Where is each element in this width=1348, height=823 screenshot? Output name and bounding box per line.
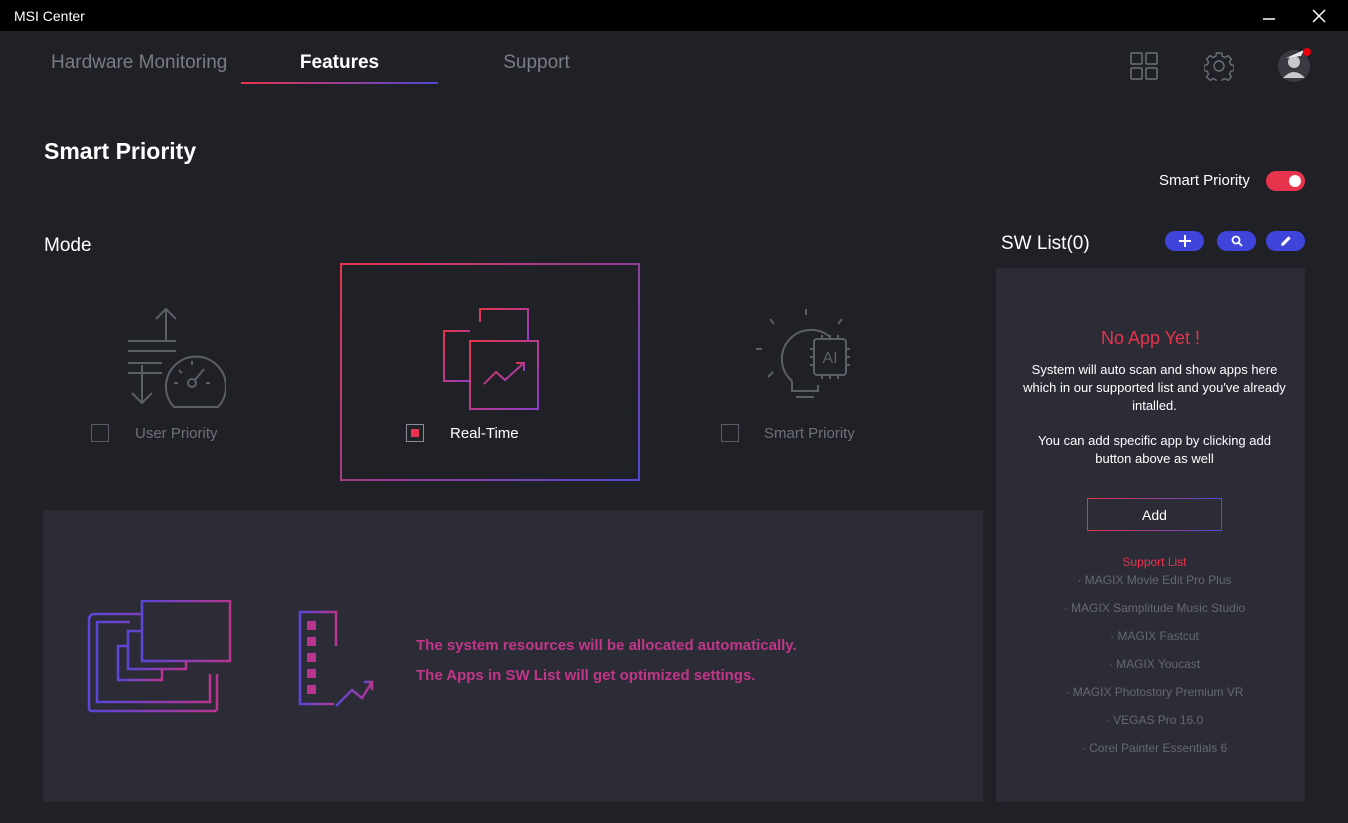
support-list-item: · MAGIX Youcast [1108, 657, 1201, 671]
svg-text:AI: AI [822, 350, 837, 367]
sw-add-description: You can add specific app by clicking add… [1038, 433, 1271, 466]
support-list-item: · MAGIX Samplitude Music Studio [1063, 601, 1246, 615]
grid-view-button[interactable] [1130, 52, 1158, 85]
edit-icon [1280, 236, 1291, 246]
window-title: MSI Center [14, 8, 85, 24]
sw-list-panel: No App Yet ! System will auto scan and s… [996, 268, 1305, 802]
sw-add-button[interactable] [1165, 231, 1204, 251]
info-line-1: The system resources will be allocated a… [416, 637, 797, 654]
minimize-button[interactable] [1246, 0, 1292, 31]
support-list-item: · VEGAS Pro 16.0 [1105, 713, 1204, 727]
close-button[interactable] [1296, 0, 1342, 31]
title-bar: MSI Center [0, 0, 1348, 31]
sw-list-title: SW List(0) [1001, 233, 1090, 254]
tab-support[interactable]: Support [438, 52, 635, 74]
tab-hardware-monitoring[interactable]: Hardware Monitoring [51, 52, 227, 74]
user-priority-label: User Priority [135, 425, 218, 442]
support-list: · MAGIX Movie Edit Pro Plus · MAGIX Samp… [996, 573, 1313, 769]
minimize-icon [1263, 17, 1275, 20]
close-icon [1312, 8, 1326, 23]
grid-icon [1130, 52, 1158, 80]
mode-real-time[interactable]: Real-Time [340, 263, 640, 481]
page-title: Smart Priority [44, 138, 197, 164]
toggle-knob [1289, 175, 1301, 187]
no-app-title: No App Yet ! [1100, 328, 1201, 348]
mode-smart-priority[interactable]: AI Smart Priority [676, 263, 976, 481]
smart-priority-mode-label: Smart Priority [764, 425, 855, 442]
mode-label: Mode [44, 235, 92, 256]
support-list-item: · Corel Painter Essentials 6 [1081, 741, 1228, 755]
speedometer-icon [128, 307, 226, 408]
real-time-checkbox[interactable] [406, 424, 424, 442]
smart-priority-checkbox[interactable] [721, 424, 739, 442]
support-list-item: · MAGIX Photostory Premium VR [1065, 685, 1244, 699]
user-avatar[interactable] [1277, 47, 1313, 88]
sw-auto-scan-description: System will auto scan and show apps here… [1023, 362, 1286, 413]
plus-icon [1178, 235, 1191, 247]
support-list-item: · MAGIX Movie Edit Pro Plus [1077, 573, 1232, 587]
add-app-button[interactable]: Add [1087, 498, 1222, 531]
smart-priority-toggle[interactable] [1266, 171, 1305, 191]
smart-priority-toggle-label: Smart Priority [1159, 172, 1250, 189]
settings-button[interactable] [1203, 51, 1235, 86]
avatar [1278, 48, 1311, 82]
mode-user-priority[interactable]: User Priority [44, 263, 344, 481]
active-tab-indicator [241, 82, 438, 84]
sw-search-button[interactable] [1217, 231, 1256, 251]
support-list-item: · MAGIX Fastcut [1110, 629, 1199, 643]
tab-features[interactable]: Features [241, 52, 438, 74]
ai-bulb-icon: AI [756, 309, 850, 398]
realtime-windows-icon [443, 308, 539, 410]
user-priority-checkbox[interactable] [91, 424, 109, 442]
devices-plus-chart-illustration [87, 600, 374, 713]
gear-icon [1203, 52, 1235, 84]
search-icon [1231, 235, 1243, 247]
support-list-title: Support List [1122, 555, 1187, 569]
real-time-label: Real-Time [450, 425, 519, 442]
sw-edit-button[interactable] [1266, 231, 1305, 251]
info-line-2: The Apps in SW List will get optimized s… [416, 667, 756, 684]
mode-info-panel: The system resources will be allocated a… [43, 510, 983, 802]
